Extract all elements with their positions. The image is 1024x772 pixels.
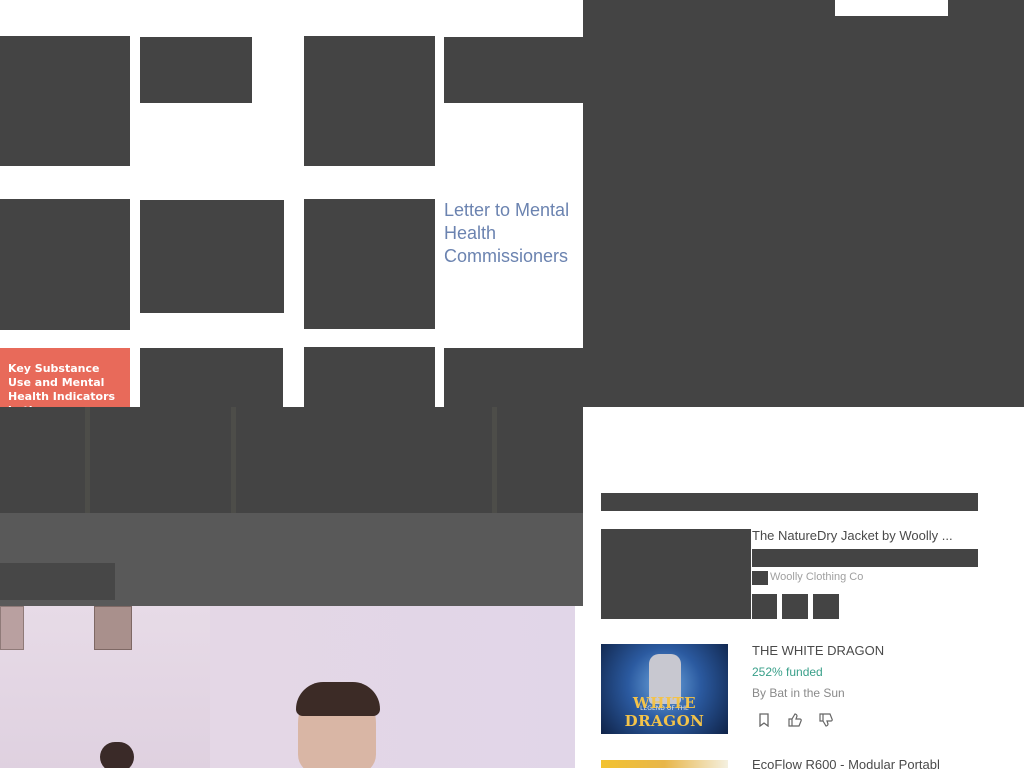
grid-thumb-1[interactable] — [0, 36, 130, 166]
video-strip-frame-4[interactable] — [497, 407, 583, 513]
section-header-band — [0, 513, 583, 606]
tab-gap — [583, 407, 658, 419]
project-thumbnail[interactable] — [601, 760, 728, 768]
room-photo[interactable] — [0, 606, 575, 768]
grid-caption-2[interactable] — [444, 37, 583, 103]
project-creator[interactable]: Woolly Clothing Co — [770, 571, 863, 583]
project-funded-placeholder — [752, 549, 978, 567]
tab-nub[interactable] — [801, 407, 825, 419]
grid-thumb-6[interactable] — [304, 347, 435, 407]
featured-link-title[interactable]: Letter to Mental Health Commissioners — [444, 199, 578, 268]
bookmark-icon[interactable] — [756, 713, 772, 729]
tab-nub[interactable] — [733, 407, 757, 419]
header-white-tab[interactable] — [835, 0, 948, 16]
bookmark-button[interactable] — [752, 594, 777, 619]
project-title[interactable]: The NatureDry Jacket by Woolly ... — [752, 528, 978, 543]
video-strip-frame-1[interactable] — [0, 407, 85, 513]
grid-caption-6[interactable] — [444, 348, 583, 407]
grid-caption-3[interactable] — [140, 200, 284, 313]
project-title[interactable]: THE WHITE DRAGON — [752, 643, 884, 658]
project-title[interactable]: EcoFlow R600 - Modular Portabl — [752, 757, 972, 772]
right-panel-header — [583, 0, 1024, 407]
grid-caption-5[interactable] — [140, 348, 283, 407]
section-header-label — [0, 563, 115, 600]
creator-avatar — [752, 571, 768, 585]
thumbs-up-icon[interactable] — [787, 713, 803, 729]
video-strip-frame-2[interactable] — [90, 407, 231, 513]
tab-nub[interactable] — [876, 407, 902, 419]
report-thumbnail-text: Key Substance Use and Mental Health Indi… — [8, 362, 116, 407]
dislike-button[interactable] — [813, 594, 839, 619]
grid-thumb-4[interactable] — [304, 199, 435, 329]
tab-nub[interactable] — [658, 407, 682, 419]
project-creator[interactable]: By Bat in the Sun — [752, 686, 845, 700]
person-hair — [296, 682, 380, 716]
wall-poster — [94, 606, 132, 650]
grid-caption-1[interactable] — [140, 37, 252, 103]
project-thumbnail[interactable] — [601, 529, 751, 619]
project-funded: 252% funded — [752, 665, 823, 679]
person-head — [100, 742, 134, 768]
grid-thumb-3[interactable] — [0, 199, 130, 330]
like-button[interactable] — [782, 594, 808, 619]
grid-thumb-2[interactable] — [304, 36, 435, 166]
report-thumbnail[interactable]: Key Substance Use and Mental Health Indi… — [0, 348, 130, 407]
thumbs-down-icon[interactable] — [818, 713, 834, 729]
video-strip-frame-3[interactable] — [236, 407, 492, 513]
thumb-logo: WHITE DRAGON — [624, 694, 705, 730]
project-thumbnail[interactable]: LEGEND OF THE WHITE DRAGON — [601, 644, 728, 734]
wall-poster — [0, 606, 24, 650]
list-heading — [601, 493, 978, 511]
